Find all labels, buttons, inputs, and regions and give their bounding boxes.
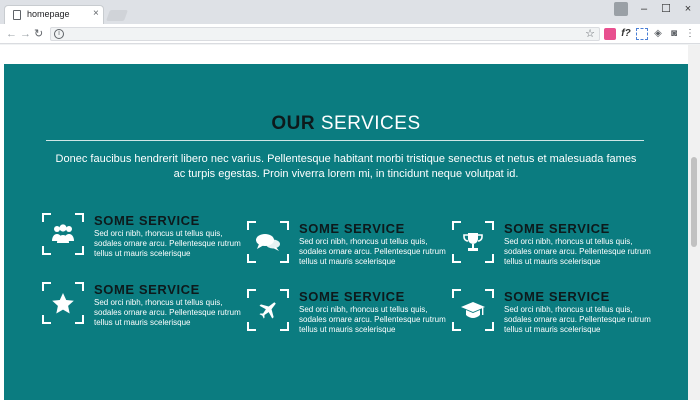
tab-strip: homepage × – ☐ × <box>0 0 700 24</box>
minimize-button[interactable]: – <box>633 0 655 22</box>
address-bar[interactable]: i ☆ <box>50 27 600 41</box>
service-item: SOME SERVICE Sed orci nibh, rhoncus ut t… <box>247 289 447 339</box>
service-icon-frame <box>452 221 494 263</box>
service-title: SOME SERVICE <box>299 289 405 304</box>
service-item: SOME SERVICE Sed orci nibh, rhoncus ut t… <box>452 221 652 271</box>
services-section: OUR SERVICES Donec faucibus hendrerit li… <box>4 64 688 400</box>
extension-pink-icon[interactable] <box>604 28 616 40</box>
service-icon-frame <box>452 289 494 331</box>
service-title: SOME SERVICE <box>504 221 610 236</box>
window-close-button[interactable]: × <box>677 0 699 22</box>
trophy-icon <box>452 221 494 263</box>
chat-icon <box>247 221 289 263</box>
service-icon-frame <box>247 221 289 263</box>
page-icon <box>13 10 21 20</box>
bookmark-star-icon[interactable]: ☆ <box>585 27 595 40</box>
service-item: SOME SERVICE Sed orci nibh, rhoncus ut t… <box>247 221 447 271</box>
tab-close-icon[interactable]: × <box>93 8 99 20</box>
users-icon <box>42 213 84 255</box>
back-icon[interactable]: ← <box>6 26 17 42</box>
airplane-icon <box>247 289 289 331</box>
service-item: SOME SERVICE Sed orci nibh, rhoncus ut t… <box>42 282 242 332</box>
maximize-button[interactable]: ☐ <box>655 0 677 22</box>
extension-fontface-icon[interactable]: f? <box>620 28 632 40</box>
section-intro: Donec faucibus hendrerit libero nec vari… <box>55 153 637 180</box>
service-title: SOME SERVICE <box>94 282 200 297</box>
heading-strong: OUR <box>271 113 316 134</box>
menu-icon[interactable]: ⋮ <box>684 28 696 40</box>
service-text: Sed orci nibh, rhoncus ut tellus quis, s… <box>504 237 651 266</box>
extension-camera-icon[interactable]: ◙ <box>668 28 680 40</box>
service-title: SOME SERVICE <box>94 213 200 228</box>
section-heading: OUR SERVICES <box>4 113 688 135</box>
tab-title: homepage <box>27 9 70 19</box>
page-scrollbar[interactable] <box>688 45 700 400</box>
graduation-cap-icon <box>452 289 494 331</box>
service-text: Sed orci nibh, rhoncus ut tellus quis, s… <box>94 229 241 258</box>
heading-light: SERVICES <box>320 113 421 134</box>
service-icon-frame <box>42 282 84 324</box>
service-title: SOME SERVICE <box>299 221 405 236</box>
extension-tag-icon[interactable]: ◈ <box>652 28 664 40</box>
profile-icon[interactable] <box>614 2 628 16</box>
service-text: Sed orci nibh, rhoncus ut tellus quis, s… <box>299 237 446 266</box>
service-text: Sed orci nibh, rhoncus ut tellus quis, s… <box>94 298 241 327</box>
star-icon <box>42 282 84 324</box>
service-icon-frame <box>42 213 84 255</box>
forward-icon[interactable]: → <box>20 26 31 42</box>
service-item: SOME SERVICE Sed orci nibh, rhoncus ut t… <box>42 213 242 263</box>
service-icon-frame <box>247 289 289 331</box>
info-icon[interactable]: i <box>54 29 64 39</box>
extension-measure-icon[interactable] <box>636 28 648 40</box>
service-text: Sed orci nibh, rhoncus ut tellus quis, s… <box>299 305 446 334</box>
service-title: SOME SERVICE <box>504 289 610 304</box>
page-viewport: OUR SERVICES Donec faucibus hendrerit li… <box>0 45 688 400</box>
service-item: SOME SERVICE Sed orci nibh, rhoncus ut t… <box>452 289 652 339</box>
browser-toolbar: ← → ↻ i ☆ f? ◈ ◙ ⋮ <box>0 24 700 44</box>
heading-divider <box>46 140 644 141</box>
new-tab-button[interactable] <box>105 10 129 21</box>
reload-icon[interactable]: ↻ <box>34 26 43 42</box>
scrollbar-thumb[interactable] <box>691 157 697 247</box>
service-text: Sed orci nibh, rhoncus ut tellus quis, s… <box>504 305 651 334</box>
browser-tab[interactable]: homepage × <box>4 5 104 24</box>
